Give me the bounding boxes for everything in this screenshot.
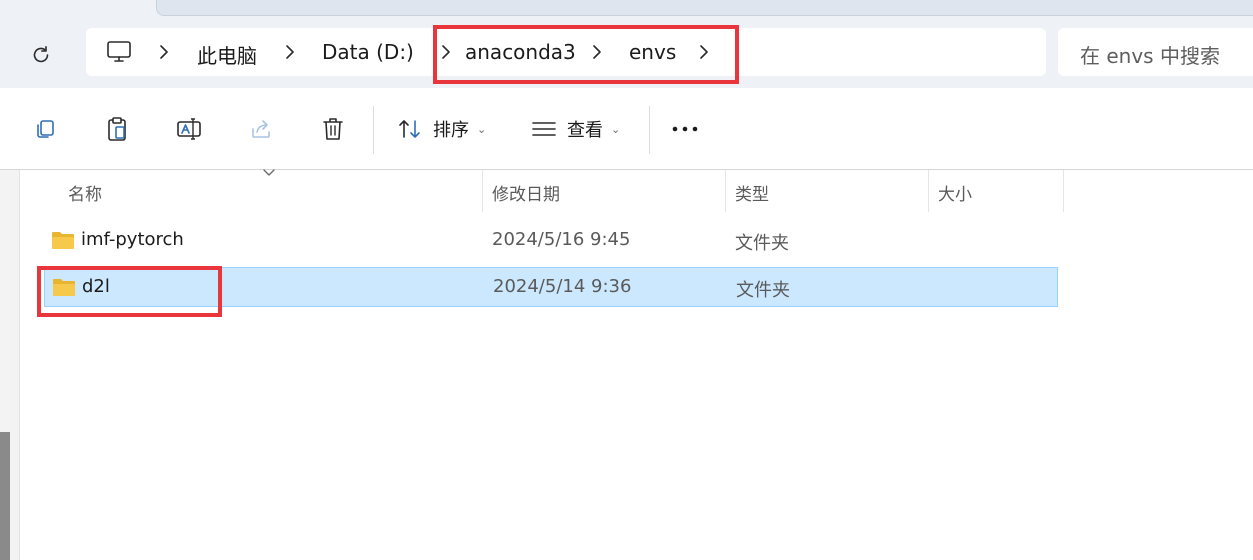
rename-button[interactable]: [174, 114, 204, 144]
chevron-down-icon: [263, 169, 275, 176]
column-divider[interactable]: [725, 170, 726, 212]
monitor-icon[interactable]: [106, 40, 132, 64]
refresh-button[interactable]: [26, 40, 56, 70]
delete-icon: [323, 118, 343, 140]
column-type[interactable]: 类型: [735, 180, 769, 205]
delete-button[interactable]: [318, 114, 348, 144]
breadcrumb-this-pc[interactable]: 此电脑: [197, 40, 257, 69]
chevron-right-icon[interactable]: [280, 42, 300, 62]
view-icon: [532, 122, 556, 136]
copy-icon: [37, 120, 54, 138]
file-date: 2024/5/16 9:45: [492, 229, 631, 250]
share-icon: [252, 120, 270, 138]
command-toolbar: 排序 ⌄ 查看 ⌄: [0, 88, 1253, 170]
share-button[interactable]: [246, 114, 276, 144]
column-divider[interactable]: [1063, 170, 1064, 212]
chevron-down-icon: ⌄: [611, 122, 621, 136]
file-type: 文件夹: [735, 233, 789, 254]
view-button[interactable]: 查看 ⌄: [531, 114, 620, 144]
column-divider[interactable]: [928, 170, 929, 212]
toolbar-separator: [649, 106, 650, 154]
sort-button[interactable]: 排序 ⌄: [397, 114, 486, 144]
rename-icon: [177, 118, 201, 140]
paste-button[interactable]: [102, 114, 132, 144]
scrollbar-thumb[interactable]: [0, 432, 10, 560]
refresh-icon: [33, 46, 49, 63]
column-date-modified[interactable]: 修改日期: [492, 180, 560, 205]
file-date: 2024/5/14 9:36: [493, 276, 632, 297]
sort-icon: [399, 120, 420, 138]
file-name: imf-pytorch: [81, 229, 184, 250]
breadcrumb-data-drive[interactable]: Data (D:): [322, 40, 414, 64]
folder-icon: [52, 232, 74, 249]
column-header: 名称 修改日期 类型 大小: [20, 169, 1253, 212]
navigation-pane-edge: [0, 170, 20, 560]
annotation-highlight-breadcrumb: [433, 25, 739, 84]
title-strip: [0, 0, 1253, 18]
view-label: 查看: [567, 120, 603, 141]
file-row[interactable]: imf-pytorch 2024/5/16 9:45 文件夹: [44, 221, 1058, 261]
chevron-down-icon: ⌄: [477, 122, 487, 136]
more-icon: [672, 126, 698, 132]
file-type: 文件夹: [736, 280, 790, 301]
toolbar-separator: [373, 106, 374, 154]
search-placeholder: 在 envs 中搜索: [1080, 44, 1220, 68]
more-options-button[interactable]: [670, 114, 700, 144]
column-divider[interactable]: [482, 170, 483, 212]
column-name[interactable]: 名称: [68, 180, 102, 205]
copy-button[interactable]: [30, 114, 60, 144]
paste-icon: [108, 117, 126, 141]
annotation-highlight-d2l: [37, 266, 222, 317]
column-size[interactable]: 大小: [938, 180, 972, 205]
tab-edge: [156, 0, 1253, 16]
search-input[interactable]: 在 envs 中搜索: [1058, 28, 1253, 76]
sort-label: 排序: [433, 120, 469, 141]
chevron-right-icon[interactable]: [154, 42, 174, 62]
